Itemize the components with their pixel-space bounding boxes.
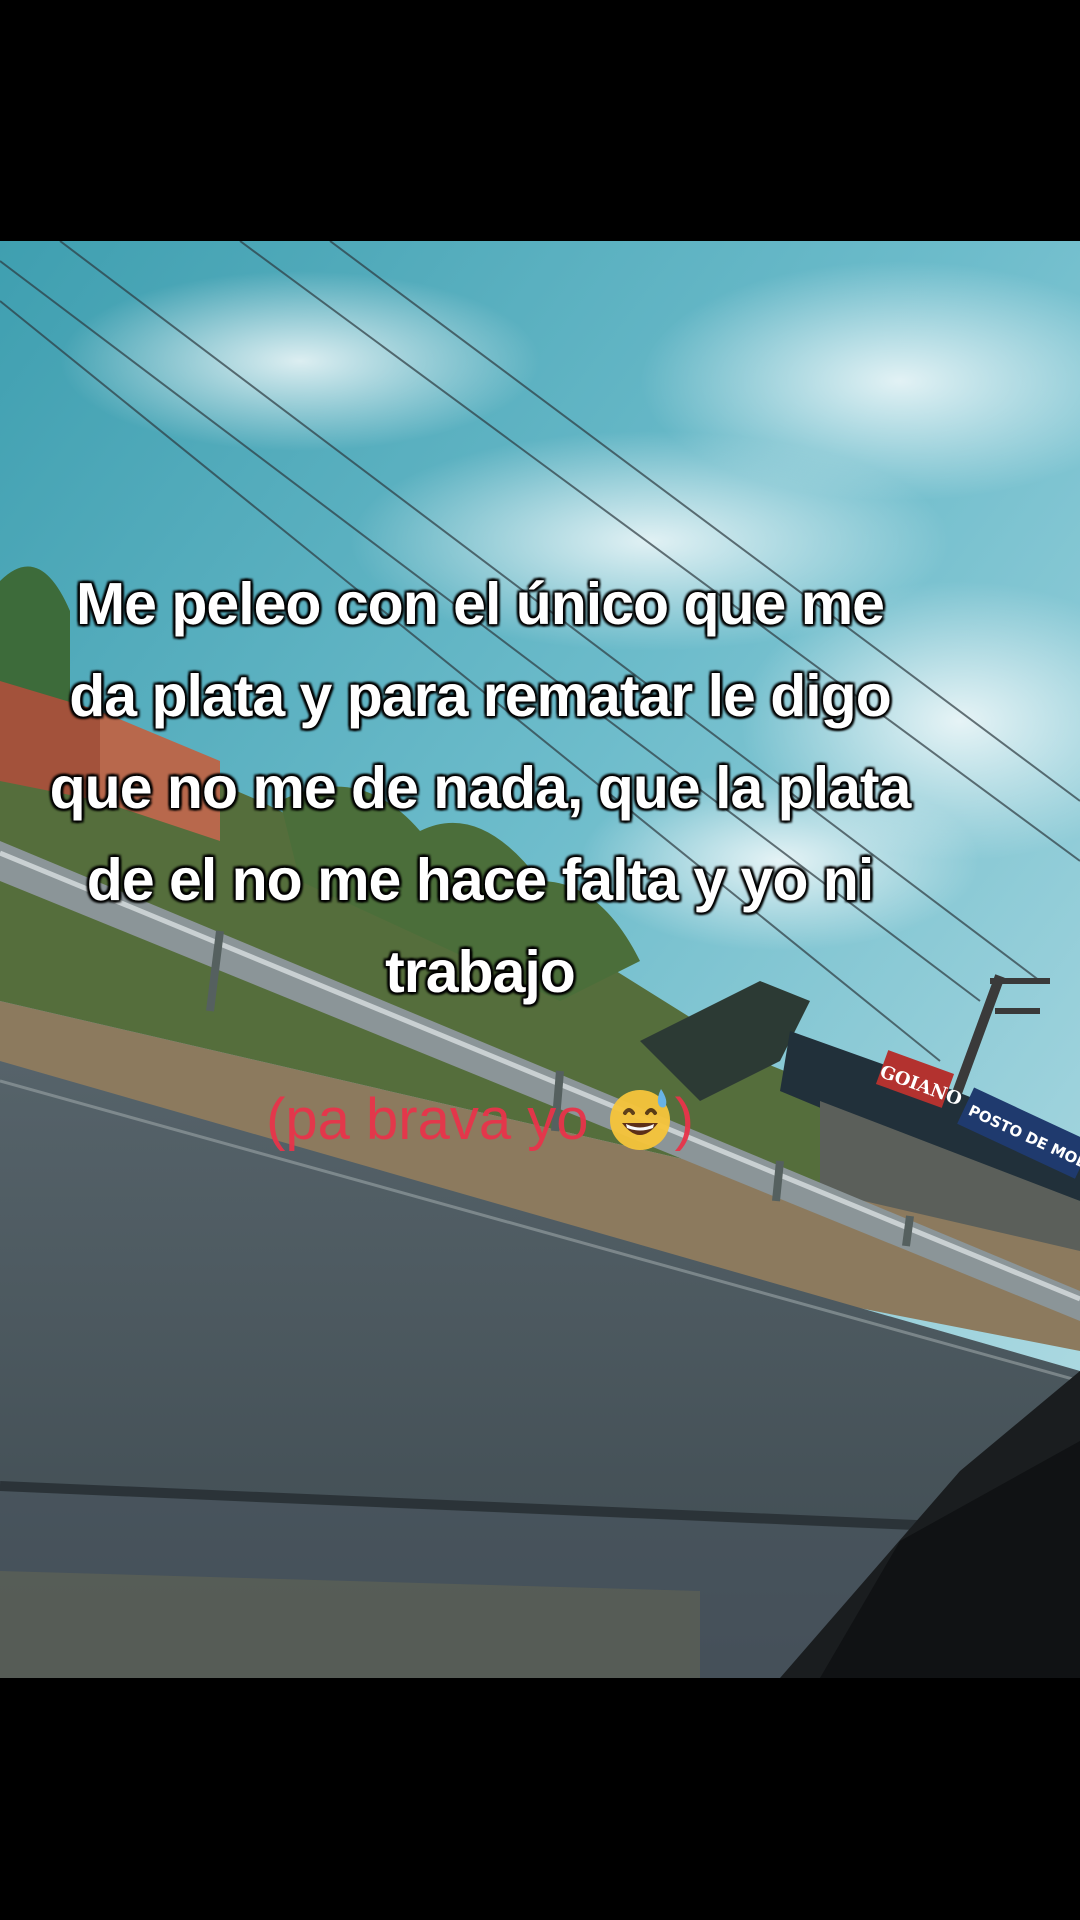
caption-line-4: de el no me hace falta y yo ni [86, 847, 874, 913]
grinning-face-with-sweat-icon [605, 1083, 675, 1153]
caption-line-5: trabajo [385, 939, 576, 1005]
letterbox-bottom [0, 1678, 1080, 1920]
subcaption-after: ) [674, 1087, 694, 1152]
caption-line-1: Me peleo con el único que me [76, 571, 885, 637]
caption-line-2: da plata y para rematar le digo [69, 663, 892, 729]
caption-line-3: que no me de nada, que la plata [49, 755, 912, 821]
caption-text: Me peleo con el único que me da plata y … [10, 558, 950, 1018]
letterbox-top [0, 0, 1080, 241]
subcaption-text: (pa brava yo ) [200, 1084, 760, 1159]
subcaption-before: (pa brava yo [266, 1087, 605, 1152]
